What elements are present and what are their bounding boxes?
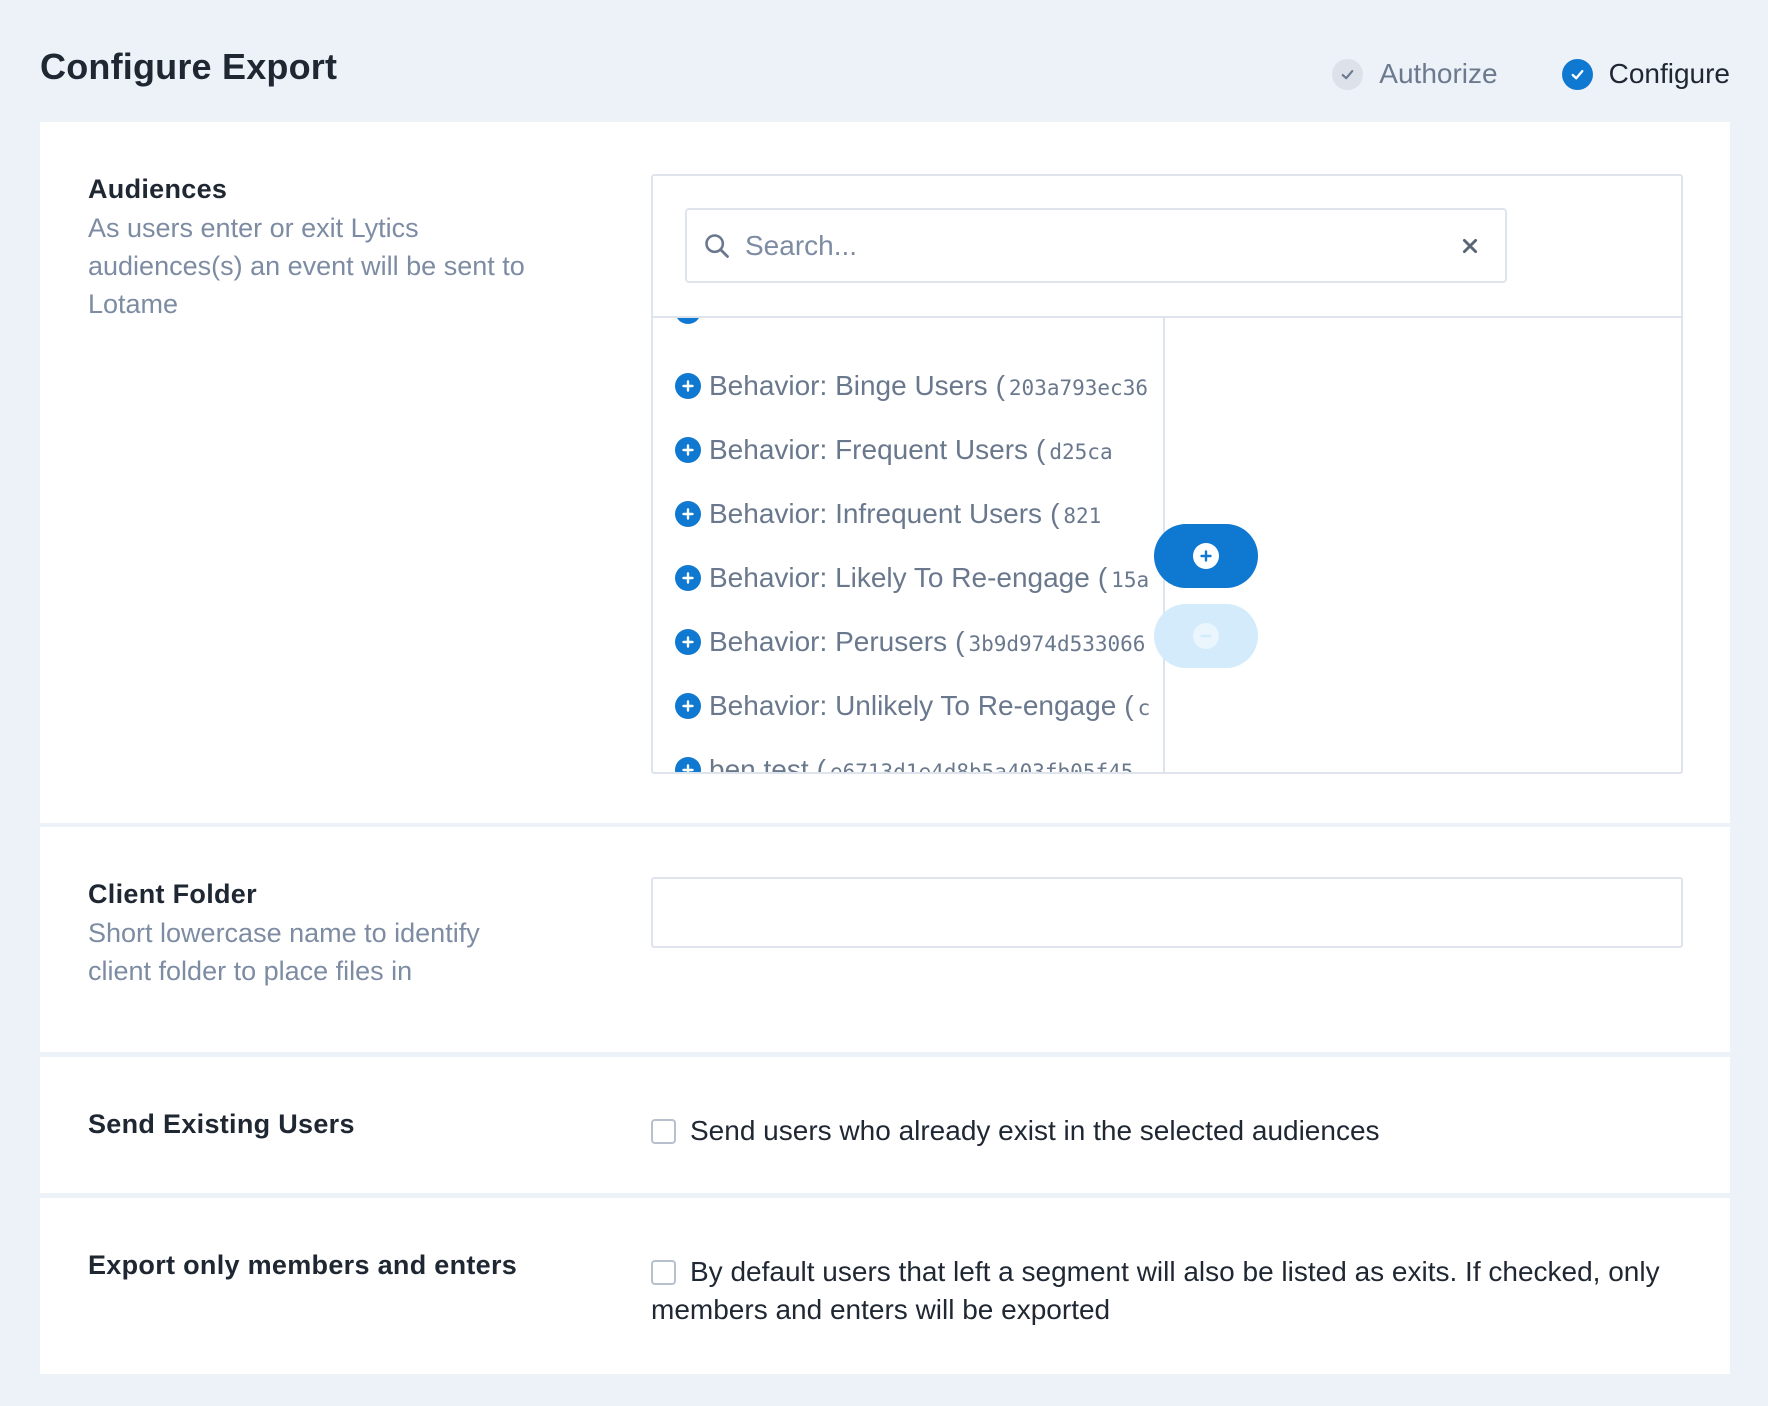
export-members-section: Export only members and enters By defaul… <box>40 1198 1730 1374</box>
plus-circle-icon[interactable] <box>675 565 701 591</box>
audience-id: d25ca <box>1036 434 1112 466</box>
send-existing-label-group: Send Existing Users <box>88 1109 355 1140</box>
check-icon <box>1332 58 1364 90</box>
plus-circle-icon[interactable] <box>675 318 701 324</box>
client-folder-title: Client Folder <box>88 879 257 909</box>
page-header: Configure Export Authorize Configure <box>0 0 1768 122</box>
audience-id: 15a <box>1098 562 1149 594</box>
page-title: Configure Export <box>40 46 338 87</box>
client-folder-description: Short lowercase name to identify client … <box>88 918 480 986</box>
audience-name: Behavior: Infrequent Users <box>709 498 1043 529</box>
check-icon <box>1561 58 1593 90</box>
audience-name: Behavior: Unlikely To Re-engage <box>709 690 1117 721</box>
audience-name: Behavior: Binge Users <box>709 370 988 401</box>
step-authorize[interactable]: Authorize <box>1332 58 1498 90</box>
list-item[interactable] <box>675 318 1163 336</box>
wizard-steps: Authorize Configure <box>1268 58 1730 90</box>
audience-id: 821 <box>1050 498 1101 530</box>
plus-circle-icon[interactable] <box>675 437 701 463</box>
list-item[interactable]: Behavior: Frequent Users d25ca <box>675 425 1163 475</box>
add-selected-button[interactable] <box>1154 524 1258 588</box>
remove-selected-button[interactable] <box>1154 604 1258 668</box>
list-item[interactable]: Behavior: Likely To Re-engage 15a <box>675 553 1163 603</box>
plus-circle-icon <box>1193 543 1219 569</box>
step-label: Configure <box>1608 58 1730 89</box>
send-existing-section: Send Existing Users Send users who alrea… <box>40 1057 1730 1193</box>
plus-circle-icon[interactable] <box>675 373 701 399</box>
export-members-checkbox-label: By default users that left a segment wil… <box>651 1256 1660 1325</box>
list-item[interactable]: ben test e6713d1e4d8b5a403fb05f45 <box>675 745 1163 774</box>
audience-name: Behavior: Likely To Re-engage <box>709 562 1090 593</box>
client-folder-input[interactable] <box>651 877 1683 948</box>
plus-circle-icon[interactable] <box>675 501 701 527</box>
list-item[interactable]: Behavior: Infrequent Users 821 <box>675 489 1163 539</box>
step-configure[interactable]: Configure <box>1561 58 1730 90</box>
send-existing-checkbox-label: Send users who already exist in the sele… <box>690 1115 1380 1146</box>
export-members-label-group: Export only members and enters <box>88 1250 517 1281</box>
plus-circle-icon[interactable] <box>675 629 701 655</box>
audience-id: 3b9d974d533066 <box>955 626 1145 658</box>
audience-id: e6713d1e4d8b5a403fb05f45 <box>817 754 1133 772</box>
audiences-title: Audiences <box>88 174 228 204</box>
available-audiences-list[interactable]: Behavior: Binge Users 203a793ec36 Behavi… <box>653 318 1165 774</box>
send-existing-checkbox[interactable] <box>651 1119 676 1144</box>
minus-circle-icon <box>1193 623 1219 649</box>
picker-search-area <box>653 176 1681 318</box>
client-folder-label-group: Client Folder Short lowercase name to id… <box>88 879 548 990</box>
audiences-description: As users enter or exit Lytics audiences(… <box>88 213 525 319</box>
audience-id: 203a793ec36 <box>996 370 1148 402</box>
audiences-section: Audiences As users enter or exit Lytics … <box>40 122 1730 823</box>
audience-picker: Behavior: Binge Users 203a793ec36 Behavi… <box>651 174 1683 774</box>
step-label: Authorize <box>1379 58 1498 89</box>
plus-circle-icon[interactable] <box>675 757 701 772</box>
list-item[interactable]: Behavior: Binge Users 203a793ec36 <box>675 361 1163 411</box>
list-item[interactable]: Behavior: Perusers 3b9d974d533066 <box>675 617 1163 667</box>
close-icon[interactable] <box>1461 237 1479 255</box>
send-existing-title: Send Existing Users <box>88 1109 355 1139</box>
audience-name: Behavior: Frequent Users <box>709 434 1029 465</box>
plus-circle-icon[interactable] <box>675 693 701 719</box>
audience-name: ben test <box>709 754 809 774</box>
search-icon <box>705 233 729 258</box>
search-input[interactable] <box>745 229 1461 262</box>
search-box[interactable] <box>685 208 1507 283</box>
audiences-label-group: Audiences As users enter or exit Lytics … <box>88 174 548 323</box>
audience-id: c <box>1124 690 1151 722</box>
export-members-title: Export only members and enters <box>88 1250 518 1280</box>
client-folder-section: Client Folder Short lowercase name to id… <box>40 827 1730 1052</box>
audience-name: Behavior: Perusers <box>709 626 948 657</box>
list-item[interactable]: Behavior: Unlikely To Re-engage c <box>675 681 1163 731</box>
